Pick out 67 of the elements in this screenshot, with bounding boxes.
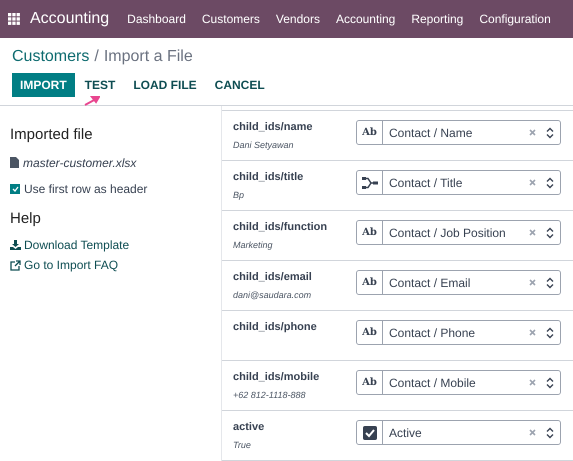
section-heading: Imported file xyxy=(10,125,94,145)
up-down-caret-icon[interactable] xyxy=(546,426,554,438)
field-select[interactable]: Active xyxy=(356,420,561,445)
field-select[interactable]: Ab Contact / Mobile xyxy=(356,370,561,395)
text-type-label: Ab xyxy=(362,326,377,340)
apps-grid-icon[interactable] xyxy=(8,13,20,25)
action-button[interactable]: LOAD FILE xyxy=(125,73,205,97)
header-checkbox[interactable] xyxy=(10,184,20,194)
sample-value: +62 812-1118-888 xyxy=(233,389,306,401)
field-value: Contact / Name xyxy=(389,124,474,142)
breadcrumb-separator: / xyxy=(94,47,99,67)
nav-menu-item[interactable]: Reporting xyxy=(403,10,472,28)
field-select[interactable]: Ab Contact / Email xyxy=(356,270,561,295)
nav-menu-item[interactable]: Configuration xyxy=(471,10,559,28)
checkbox-label: Use first row as header xyxy=(24,180,148,198)
nav-menu-item[interactable]: Vendors xyxy=(268,10,328,28)
field-value: Contact / Phone xyxy=(389,324,476,342)
action-button[interactable]: CANCEL xyxy=(206,73,273,97)
relation-type-icon xyxy=(362,176,378,188)
text-type-label: Ab xyxy=(362,126,377,140)
sample-value: Dani Setyawan xyxy=(233,139,295,151)
text-type-label: Ab xyxy=(362,276,377,290)
action-button[interactable]: IMPORT xyxy=(12,73,75,97)
field-select[interactable]: Ab Contact / Job Position xyxy=(356,220,561,245)
column-name: child_ids/phone xyxy=(233,320,318,335)
external-link-icon xyxy=(10,260,21,270)
file-name: master-customer.xlsx xyxy=(23,154,136,172)
up-down-caret-icon[interactable] xyxy=(546,126,554,138)
pointer-arrow-icon xyxy=(84,96,100,106)
up-down-caret-icon[interactable] xyxy=(546,326,554,338)
up-down-caret-icon[interactable] xyxy=(546,376,554,388)
column-name: child_ids/title xyxy=(233,170,304,185)
text-type-label: Ab xyxy=(362,376,377,390)
column-name: active xyxy=(233,420,266,435)
up-down-caret-icon[interactable] xyxy=(546,176,554,188)
breadcrumb-link[interactable]: Customers xyxy=(12,46,90,68)
nav-menu-item[interactable]: Accounting xyxy=(328,10,404,28)
column-name: child_ids/mobile xyxy=(233,370,320,385)
column-name: child_ids/email xyxy=(233,270,313,285)
nav-menu-item[interactable]: Customers xyxy=(194,10,268,28)
help-link[interactable]: Go to Import FAQ xyxy=(24,256,118,274)
breadcrumb-current: Import a File xyxy=(104,47,193,67)
sample-value: Marketing xyxy=(233,239,274,251)
field-select[interactable]: Contact / Title xyxy=(356,170,561,195)
field-value: Active xyxy=(389,424,423,442)
field-select[interactable]: Ab Contact / Phone xyxy=(356,320,561,345)
up-down-caret-icon[interactable] xyxy=(546,276,554,288)
checkbox-type-icon xyxy=(362,426,376,440)
nav-menu-item[interactable]: Dashboard xyxy=(119,10,194,28)
column-name: child_ids/function xyxy=(233,220,328,235)
up-down-caret-icon[interactable] xyxy=(546,226,554,238)
column-name: child_ids/name xyxy=(233,120,314,135)
help-link[interactable]: Download Template xyxy=(24,236,130,254)
download-icon xyxy=(10,240,21,250)
field-value: Contact / Job Position xyxy=(389,224,507,242)
app-title[interactable]: Accounting xyxy=(30,7,110,31)
field-select[interactable]: Ab Contact / Name xyxy=(356,120,561,145)
sample-value: True xyxy=(233,439,252,451)
field-value: Contact / Title xyxy=(389,174,464,192)
action-button[interactable]: TEST xyxy=(76,73,124,97)
field-value: Contact / Email xyxy=(389,274,472,292)
field-value: Contact / Mobile xyxy=(389,374,477,392)
section-heading: Help xyxy=(10,208,42,228)
file-icon xyxy=(10,157,19,168)
sample-value: Bp xyxy=(233,189,246,201)
text-type-label: Ab xyxy=(362,226,377,240)
sample-value: dani@saudara.com xyxy=(233,289,312,301)
